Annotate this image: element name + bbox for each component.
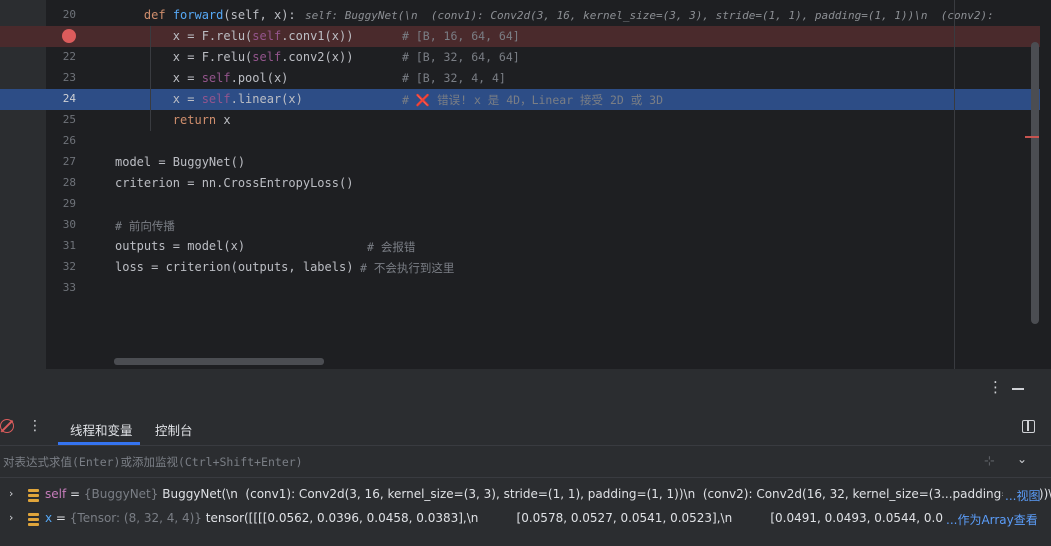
code-line[interactable]: 31 outputs = model(x) # 会报错: [0, 236, 1040, 257]
inline-debug-value: self: BuggyNet(\n (conv1): Conv2d(3, 16,…: [305, 9, 994, 22]
view-as-array-link[interactable]: ...作为Array查看: [944, 511, 1038, 528]
cross-mark-icon: ❌: [415, 93, 431, 107]
line-number[interactable]: 32: [46, 260, 76, 273]
code-text: loss = criterion(outputs, labels): [115, 260, 354, 274]
code-line[interactable]: 28 criterion = nn.CrossEntropyLoss(): [0, 173, 1040, 194]
line-number[interactable]: 24: [46, 92, 76, 105]
code-line[interactable]: 27 model = BuggyNet(): [0, 152, 1040, 173]
code-text: criterion = nn.CrossEntropyLoss(): [115, 176, 354, 190]
code-comment: # [B, 16, 64, 64]: [402, 29, 520, 43]
code-comment: # [B, 32, 4, 4]: [402, 71, 506, 85]
line-number[interactable]: 26: [46, 134, 76, 147]
expand-caret-icon[interactable]: ›: [9, 487, 13, 500]
code-text: x = self.pool(x): [172, 71, 289, 85]
indent-guide: [150, 26, 151, 131]
active-tab-indicator: [58, 442, 140, 445]
code-comment: # 前向传播: [115, 219, 175, 233]
code-text: model = BuggyNet(): [115, 155, 246, 169]
code-text: outputs = model(x): [115, 239, 246, 253]
code-comment: # 不会执行到这里: [360, 261, 455, 275]
field-icon: [28, 489, 39, 502]
code-line[interactable]: 33: [0, 278, 1040, 299]
code-comment: # 会报错: [367, 240, 416, 254]
code-line[interactable]: 23 x = self.pool(x) # [B, 32, 4, 4]: [0, 68, 1040, 89]
code-comment: # ❌ 错误! x 是 4D，Linear 接受 2D 或 3D: [402, 93, 664, 107]
variable-row-x[interactable]: › x = {Tensor: (8, 32, 4, 4)} tensor([[[…: [0, 507, 1051, 531]
code-line[interactable]: 30 # 前向传播: [0, 215, 1040, 236]
line-number[interactable]: 23: [46, 71, 76, 84]
right-margin-guide: [954, 0, 955, 369]
line-number[interactable]: 22: [46, 50, 76, 63]
line-number[interactable]: 20: [46, 8, 76, 21]
variable-text: x = {Tensor: (8, 32, 4, 4)} tensor([[[[0…: [45, 511, 1028, 525]
field-icon: [28, 513, 39, 526]
more-options-icon[interactable]: ⋮: [988, 378, 1003, 396]
code-line[interactable]: 26: [0, 131, 1040, 152]
evaluate-expression-bar: ⊹ ⌄: [0, 446, 1051, 478]
variable-row-self[interactable]: › self = {BuggyNet} BuggyNet(\n (conv1):…: [0, 483, 1051, 507]
variable-value: tensor([[[[0.0562, 0.0396, 0.0458, 0.038…: [205, 511, 1028, 525]
code-text: return x: [172, 113, 231, 127]
line-number[interactable]: 31: [46, 239, 76, 252]
add-watch-icon[interactable]: ⊹: [984, 454, 995, 469]
line-number[interactable]: 28: [46, 176, 76, 189]
code-line[interactable]: 29: [0, 194, 1040, 215]
layout-icon[interactable]: [1022, 420, 1035, 433]
evaluate-expression-input[interactable]: [3, 453, 963, 471]
tab-console[interactable]: 控制台: [155, 420, 193, 439]
line-number[interactable]: 33: [46, 281, 76, 294]
line-number[interactable]: 29: [46, 197, 76, 210]
code-text: def forward(self, x):: [143, 8, 296, 22]
error-stripe-marker[interactable]: [1025, 136, 1039, 138]
code-line[interactable]: 20 def forward(self, x): self: BuggyNet(\…: [0, 5, 1040, 26]
tab-threads-variables[interactable]: 线程和变量: [70, 420, 133, 439]
line-number[interactable]: 25: [46, 113, 76, 126]
expand-caret-icon[interactable]: ›: [9, 511, 13, 524]
code-line[interactable]: 24 x = self.linear(x) # ❌ 错误! x 是 4D，Line…: [0, 89, 1040, 110]
variable-name: self: [45, 487, 67, 501]
code-line[interactable]: 22 x = F.relu(self.conv2(x)) # [B, 32, 64…: [0, 47, 1040, 68]
variable-type: {Tensor: (8, 32, 4, 4)}: [69, 511, 202, 525]
code-comment: # [B, 32, 64, 64]: [402, 50, 520, 64]
mute-breakpoints-icon[interactable]: [0, 419, 14, 433]
vertical-scrollbar[interactable]: [1031, 42, 1039, 324]
tabs-more-icon[interactable]: ⋮: [28, 418, 42, 434]
code-line[interactable]: 25 return x: [0, 110, 1040, 131]
breakpoint-icon[interactable]: [62, 29, 76, 43]
debug-tabs-bar: ⋮ 线程和变量 控制台: [0, 409, 1051, 446]
view-link[interactable]: ...视图: [1003, 487, 1041, 504]
code-text: x = self.linear(x): [172, 92, 303, 106]
code-editor[interactable]: 20 def forward(self, x): self: BuggyNet(\…: [0, 0, 1051, 369]
debug-toolbar: ⋮: [0, 369, 1051, 409]
variable-type: {BuggyNet}: [83, 487, 159, 501]
chevron-down-icon[interactable]: ⌄: [1017, 452, 1027, 466]
variables-panel: › self = {BuggyNet} BuggyNet(\n (conv1):…: [0, 478, 1051, 546]
minimize-icon[interactable]: [1012, 388, 1024, 390]
variable-text: self = {BuggyNet} BuggyNet(\n (conv1): C…: [45, 487, 1051, 501]
variable-value: BuggyNet(\n (conv1): Conv2d(3, 16, kerne…: [162, 487, 1051, 501]
line-number[interactable]: 30: [46, 218, 76, 231]
code-line[interactable]: x = F.relu(self.conv1(x)) # [B, 16, 64, 6…: [0, 26, 1040, 47]
line-number[interactable]: 27: [46, 155, 76, 168]
code-line[interactable]: 32 loss = criterion(outputs, labels) # 不会执…: [0, 257, 1040, 278]
horizontal-scrollbar[interactable]: [114, 358, 324, 365]
